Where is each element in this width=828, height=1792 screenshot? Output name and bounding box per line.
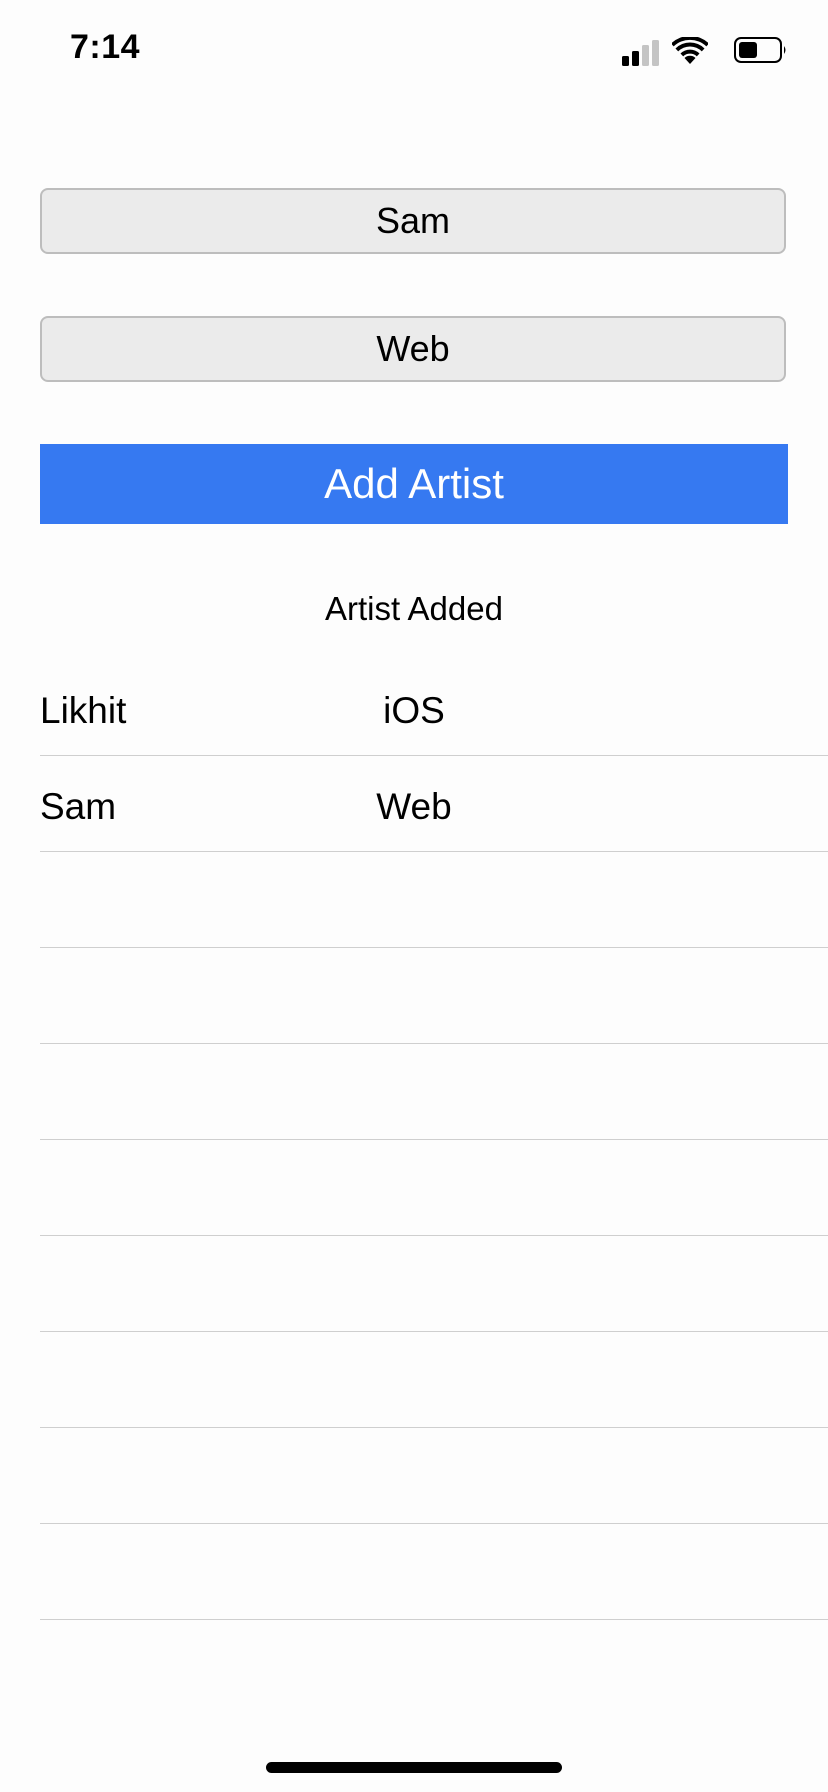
add-artist-button[interactable]: Add Artist [40,444,788,524]
artist-name-field[interactable] [40,188,786,254]
artist-platform-field[interactable] [40,316,786,382]
table-row[interactable] [40,1044,828,1140]
table-row[interactable]: Likhit iOS [40,660,828,756]
table-row[interactable] [40,1332,828,1428]
table-row[interactable] [40,852,828,948]
table-row[interactable]: Sam Web [40,756,828,852]
table-row[interactable] [40,1236,828,1332]
wifi-icon [672,37,708,64]
home-indicator[interactable] [266,1762,562,1773]
cellular-signal-icon [622,40,659,66]
artist-table[interactable]: Likhit iOS Sam Web [40,660,828,1620]
status-bar: 7:14 [0,0,828,100]
table-row[interactable] [40,1140,828,1236]
table-row[interactable] [40,948,828,1044]
artist-platform-cell: iOS [383,690,445,731]
status-message: Artist Added [325,590,503,627]
table-row[interactable] [40,1428,828,1524]
table-row[interactable] [40,1524,828,1620]
status-icons [622,34,792,68]
status-time: 7:14 [70,28,141,66]
artist-platform-cell: Web [376,786,452,827]
battery-icon [734,37,786,63]
